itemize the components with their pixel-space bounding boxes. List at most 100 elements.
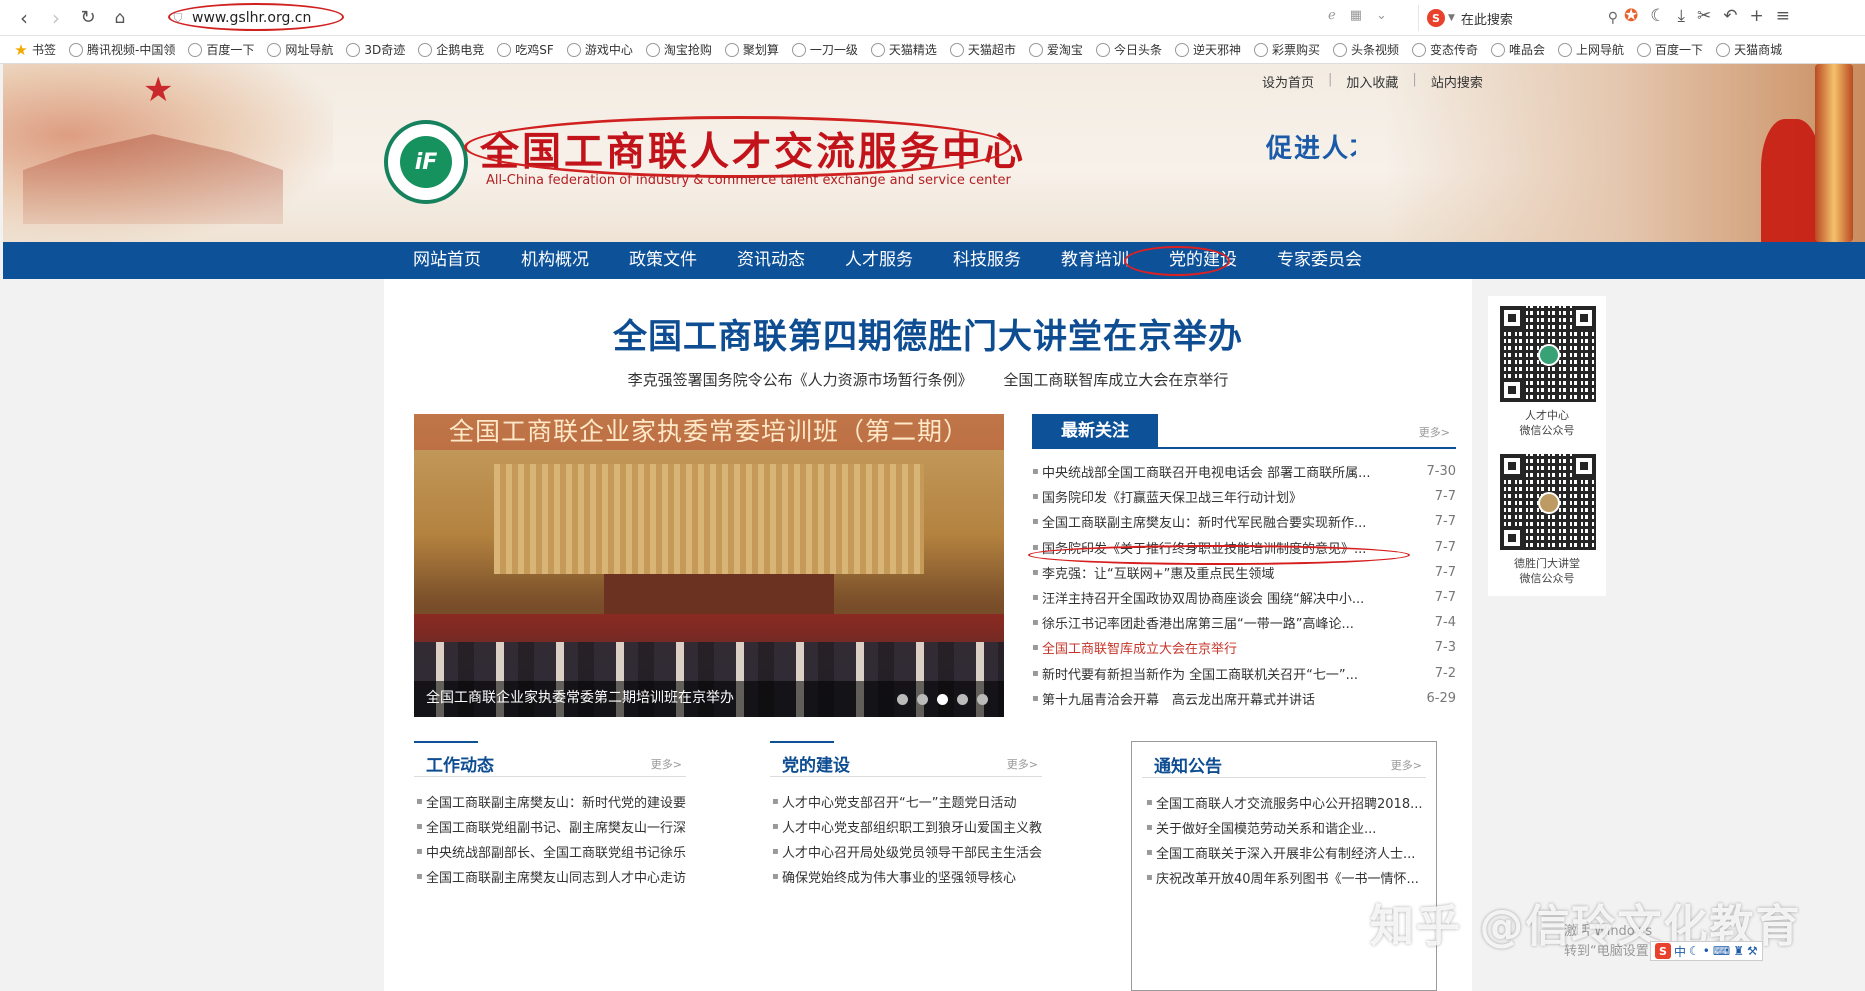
add-favorite-link[interactable]: 加入收藏 [1332,72,1412,91]
search-engine-icon[interactable]: S [1427,9,1445,27]
grid-icon[interactable]: ▦ [1350,8,1362,23]
download-icon[interactable]: ⤓ [1678,6,1686,26]
panel-title[interactable]: 党的建设 [782,751,850,776]
bookmark-item[interactable]: 百度一下 [188,41,254,58]
nav-item[interactable]: 科技服务 [933,242,1041,279]
bookmark-item[interactable]: 游戏中心 [566,41,633,58]
news-title[interactable]: 庆祝改革开放40周年系列图书《一书一情怀... [1156,868,1428,887]
site-logo[interactable]: iF [384,120,468,204]
bookmark-item[interactable]: ★ 书签 [14,41,56,59]
news-title[interactable]: 全国工商联副主席樊友山：新时代军民融合要实现新作... [1042,512,1416,531]
news-title[interactable]: 关于做好全国模范劳动关系和谐企业... [1156,818,1428,837]
list-item[interactable]: ▪ 人才中心党支部召开“七一”主题党日活动 [770,789,1042,814]
new-tab-icon[interactable]: + [1750,6,1764,26]
wrench-icon[interactable]: ⚒ [1747,944,1758,958]
search-input[interactable]: 在此搜索 [1461,9,1608,28]
more-link[interactable]: 更多> [1419,424,1450,440]
bookmark-item[interactable]: 变态传奇 [1412,41,1478,58]
list-item[interactable]: ▪ 确保党始终成为伟大事业的坚强领导核心 [770,864,1042,889]
site-search-link[interactable]: 站内搜索 [1417,72,1497,91]
bookmark-item[interactable]: 爱淘宝 [1028,41,1083,58]
bookmark-item[interactable]: 彩票购买 [1253,41,1320,58]
bookmark-item[interactable]: 企鹅电竞 [418,41,484,58]
nav-item[interactable]: 网站首页 [393,242,501,279]
search-icon[interactable]: ⚲ [1608,10,1618,26]
ime-toolbar[interactable]: S 中 ☾ • ⌨ ♜ ⚒ [1650,941,1763,961]
news-title[interactable]: 全国工商联党组副书记、副主席樊友山一行深... [426,817,686,836]
list-item[interactable]: ▪ 全国工商联人才交流服务中心公开招聘2018... [1144,790,1428,815]
bookmark-item[interactable]: 百度一下 [1637,41,1703,58]
nav-item[interactable]: 政策文件 [609,242,717,279]
slider-caption[interactable]: 全国工商联企业家执委常委第二期培训班在京举办 [426,687,734,707]
bookmark-item[interactable]: 淘宝抢购 [645,41,712,58]
list-item[interactable]: ▪ 国务院印发《打赢蓝天保卫战三年行动计划》 7-7 [1032,484,1456,509]
news-title[interactable]: 李克强：让“互联网+”惠及重点民生领域 [1042,563,1416,582]
shirt-icon[interactable]: ♜ [1733,944,1744,958]
bookmark-item[interactable]: 网址导航 [267,41,333,58]
news-title[interactable]: 全国工商联副主席樊友山：新时代党的建设要... [426,792,686,811]
bookmark-item[interactable]: 今日头条 [1095,41,1162,58]
list-item[interactable]: ▪ 新时代要有新担当新作为 全国工商联机关召开“七一”... 7-2 [1032,661,1456,686]
slider-dot[interactable] [977,694,988,705]
bookmark-item[interactable]: 吃鸡SF [497,41,554,58]
list-item[interactable]: ▪ 中央统战部全国工商联召开电视电话会 部署工商联所属... 7-30 [1032,459,1456,484]
list-item[interactable]: ▪ 中央统战部副部长、全国工商联党组书记徐乐... [414,839,686,864]
back-icon[interactable]: ‹ [8,2,40,34]
more-link[interactable]: 更多> [651,756,682,772]
latest-tab[interactable]: 最新关注 [1032,414,1158,449]
chevron-down-icon[interactable]: ⌄ [1376,8,1387,23]
list-item[interactable]: ▪ 全国工商联副主席樊友山：新时代党的建设要... [414,789,686,814]
chevron-down-icon[interactable]: ▼ [1448,13,1455,23]
browser-search[interactable]: S ▼ 在此搜索 ⚲ [1418,5,1618,31]
news-title[interactable]: 人才中心召开局处级党员领导干部民主生活会... [782,842,1042,861]
refresh-icon[interactable]: ↻ [72,2,104,34]
list-item[interactable]: ▪ 全国工商联副主席樊友山：新时代军民融合要实现新作... 7-7 [1032,509,1456,534]
bookmark-item[interactable]: 逆天邪神 [1174,41,1241,58]
punctuation-icon[interactable]: • [1703,944,1710,958]
list-item[interactable]: ▪ 人才中心党支部组织职工到狼牙山爱国主义教... [770,814,1042,839]
scissors-icon[interactable]: ✂ [1697,6,1711,26]
nav-item[interactable]: 专家委员会 [1257,242,1382,279]
news-title[interactable]: 全国工商联关于深入开展非公有制经济人士... [1156,843,1428,862]
keyboard-icon[interactable]: ⌨ [1713,944,1730,958]
bookmark-item[interactable]: 聚划算 [724,41,779,58]
news-title[interactable]: 确保党始终成为伟大事业的坚强领导核心 [782,867,1042,886]
news-title[interactable]: 全国工商联副主席樊友山同志到人才中心走访... [426,867,686,886]
list-item[interactable]: ▪ 徐乐江书记率团赴香港出席第三届“一带一路”高峰论... 7-4 [1032,610,1456,635]
bookmark-item[interactable]: 腾讯视频-中国领 [69,41,175,58]
panel-title[interactable]: 通知公告 [1154,752,1222,777]
list-item[interactable]: ▪ 全国工商联关于深入开展非公有制经济人士... [1144,840,1428,865]
news-title[interactable]: 人才中心党支部组织职工到狼牙山爱国主义教... [782,817,1042,836]
nav-item[interactable]: 人才服务 [825,242,933,279]
forward-icon[interactable]: › [40,2,72,34]
news-title[interactable]: 国务院印发《打赢蓝天保卫战三年行动计划》 [1042,487,1416,506]
slider-dot[interactable] [897,694,908,705]
bookmark-item[interactable]: 上网导航 [1558,41,1624,58]
bookmark-item[interactable]: 天猫精选 [870,41,937,58]
news-title[interactable]: 新时代要有新担当新作为 全国工商联机关召开“七一”... [1042,664,1416,683]
headline-title[interactable]: 全国工商联第四期德胜门大讲堂在京举办 [384,309,1472,358]
panel-title[interactable]: 工作动态 [426,751,494,776]
undo-icon[interactable]: ↶ [1723,6,1737,26]
menu-icon[interactable]: ≡ [1776,6,1790,26]
list-item[interactable]: ▪ 汪洋主持召开全国政协双周协商座谈会 围绕“解决中小... 7-7 [1032,585,1456,610]
slider-dot[interactable] [957,694,968,705]
sub-headline-link[interactable]: 李克强签署国务院令公布《人力资源市场暂行条例》 [628,371,973,389]
photo-slider[interactable]: 全国工商联企业家执委常委培训班（第二期） 全国工商联企业家执委常委第二期培训班在… [414,414,1004,717]
list-item[interactable]: ▪ 全国工商联党组副书记、副主席樊友山一行深... [414,814,686,839]
sub-headline-link[interactable]: 全国工商联智库成立大会在京举行 [1003,371,1228,389]
news-title[interactable]: 全国工商联人才交流服务中心公开招聘2018... [1156,793,1428,812]
nav-item[interactable]: 机构概况 [501,242,609,279]
night-mode-icon[interactable]: ☾ [1650,6,1665,26]
slider-dot[interactable] [937,694,948,705]
news-title[interactable]: 人才中心党支部召开“七一”主题党日活动 [782,792,1042,811]
bookmark-item[interactable]: 头条视频 [1332,41,1399,58]
sogou-ime-icon[interactable]: S [1655,943,1671,959]
bookmark-item[interactable]: 唯品会 [1491,41,1545,58]
bookmark-item[interactable]: 一刀一级 [791,41,858,58]
set-homepage-link[interactable]: 设为首页 [1248,72,1328,91]
list-item[interactable]: ▪ 全国工商联智库成立大会在京举行 7-3 [1032,635,1456,660]
list-item[interactable]: ▪ 人才中心召开局处级党员领导干部民主生活会... [770,839,1042,864]
moon-icon[interactable]: ☾ [1689,944,1700,958]
list-item[interactable]: ▪ 第十九届青洽会开幕 高云龙出席开幕式并讲话 6-29 [1032,686,1456,711]
